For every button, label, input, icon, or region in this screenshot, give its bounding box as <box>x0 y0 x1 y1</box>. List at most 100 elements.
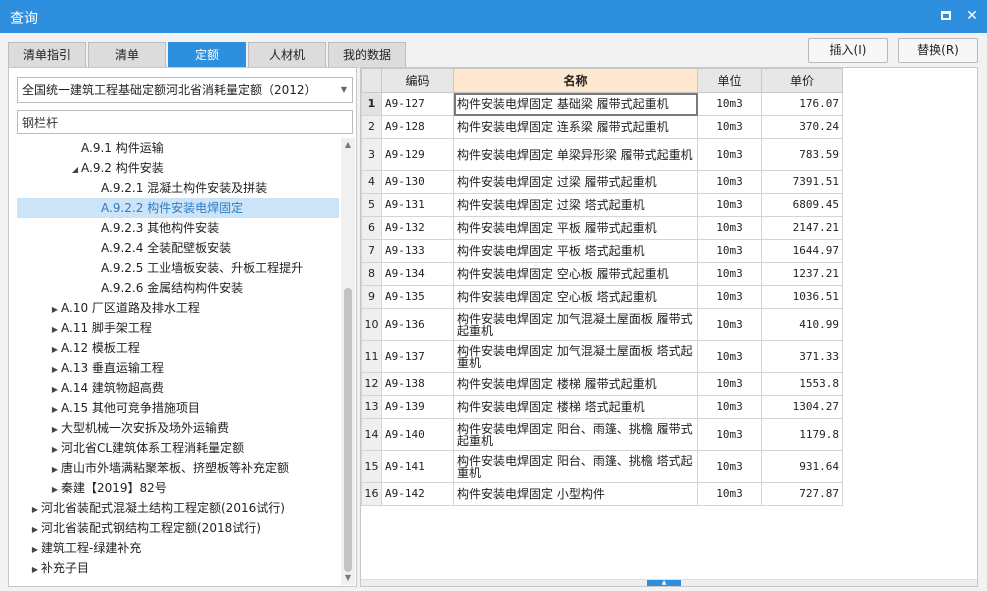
row-number[interactable]: 3 <box>361 138 382 171</box>
tree-node[interactable]: A.9.2.1 混凝土构件安装及拼装 <box>17 178 339 198</box>
cell-unit[interactable]: 10m3 <box>697 340 762 373</box>
cell-name[interactable]: 构件安装电焊固定 加气混凝土屋面板 履带式起重机 <box>453 308 698 341</box>
maximize-icon[interactable] <box>936 6 956 26</box>
cell-price[interactable]: 1237.21 <box>761 262 843 286</box>
cell-unit[interactable]: 10m3 <box>697 216 762 240</box>
tree-node[interactable]: ▶ A.12 模板工程 <box>17 338 339 358</box>
library-select[interactable]: 全国统一建筑工程基础定额河北省消耗量定额（2012） ▼ <box>17 77 353 103</box>
row-number[interactable]: 6 <box>361 216 382 240</box>
tree-node[interactable]: ▶ 河北省装配式混凝土结构工程定额(2016试行) <box>17 498 339 518</box>
table-row[interactable]: 3 A9-129 构件安装电焊固定 单梁异形梁 履带式起重机 10m3 783.59 <box>361 138 843 171</box>
cell-unit[interactable]: 10m3 <box>697 262 762 286</box>
expand-arrow-icon[interactable]: ▶ <box>29 500 41 520</box>
cell-name[interactable]: 构件安装电焊固定 楼梯 塔式起重机 <box>453 395 698 419</box>
row-number[interactable]: 13 <box>361 395 382 419</box>
row-number[interactable]: 10 <box>361 308 382 341</box>
expand-arrow-icon[interactable]: ▶ <box>49 480 61 500</box>
scroll-down-icon[interactable]: ▼ <box>341 571 355 585</box>
expand-arrow-icon[interactable]: ▶ <box>49 440 61 460</box>
table-row[interactable]: 13 A9-139 构件安装电焊固定 楼梯 塔式起重机 10m3 1304.27 <box>361 395 843 419</box>
cell-code[interactable]: A9-137 <box>381 340 454 373</box>
cell-unit[interactable]: 10m3 <box>697 418 762 451</box>
tree-node[interactable]: A.9.2.2 构件安装电焊固定 <box>17 198 339 218</box>
cell-code[interactable]: A9-136 <box>381 308 454 341</box>
cell-price[interactable]: 410.99 <box>761 308 843 341</box>
cell-price[interactable]: 371.33 <box>761 340 843 373</box>
tree-node[interactable]: ▶ 河北省CL建筑体系工程消耗量定额 <box>17 438 339 458</box>
expand-arrow-icon[interactable]: ▶ <box>49 320 61 340</box>
row-number[interactable]: 2 <box>361 115 382 139</box>
tree-node[interactable]: A.9.2.4 全装配壁板安装 <box>17 238 339 258</box>
table-row[interactable]: 9 A9-135 构件安装电焊固定 空心板 塔式起重机 10m3 1036.51 <box>361 285 843 309</box>
row-number[interactable]: 4 <box>361 170 382 194</box>
tab-quota[interactable]: 定额 <box>168 42 246 68</box>
cell-unit[interactable]: 10m3 <box>697 450 762 483</box>
cell-name[interactable]: 构件安装电焊固定 过梁 履带式起重机 <box>453 170 698 194</box>
close-icon[interactable]: ✕ <box>962 6 982 26</box>
cell-unit[interactable]: 10m3 <box>697 170 762 194</box>
tree-node[interactable]: A.9.1 构件运输 <box>17 138 339 158</box>
cell-name[interactable]: 构件安装电焊固定 连系梁 履带式起重机 <box>453 115 698 139</box>
table-row[interactable]: 6 A9-132 构件安装电焊固定 平板 履带式起重机 10m3 2147.21 <box>361 216 843 240</box>
cell-name[interactable]: 构件安装电焊固定 平板 履带式起重机 <box>453 216 698 240</box>
cell-code[interactable]: A9-138 <box>381 372 454 396</box>
table-row[interactable]: 8 A9-134 构件安装电焊固定 空心板 履带式起重机 10m3 1237.21 <box>361 262 843 286</box>
cell-code[interactable]: A9-141 <box>381 450 454 483</box>
table-row[interactable]: 16 A9-142 构件安装电焊固定 小型构件 10m3 727.87 <box>361 482 843 506</box>
cell-name[interactable]: 构件安装电焊固定 单梁异形梁 履带式起重机 <box>453 138 698 171</box>
cell-unit[interactable]: 10m3 <box>697 239 762 263</box>
row-number[interactable]: 1 <box>361 92 382 116</box>
row-number[interactable]: 16 <box>361 482 382 506</box>
table-row[interactable]: 10 A9-136 构件安装电焊固定 加气混凝土屋面板 履带式起重机 10m3 410.… <box>361 308 843 341</box>
tree-node[interactable]: ▶ 大型机械一次安拆及场外运输费 <box>17 418 339 438</box>
cell-name[interactable]: 构件安装电焊固定 加气混凝土屋面板 塔式起重机 <box>453 340 698 373</box>
cell-price[interactable]: 1036.51 <box>761 285 843 309</box>
cell-price[interactable]: 370.24 <box>761 115 843 139</box>
grid-splitter[interactable]: ▲ <box>361 579 977 586</box>
expand-arrow-icon[interactable]: ▶ <box>29 540 41 560</box>
table-row[interactable]: 7 A9-133 构件安装电焊固定 平板 塔式起重机 10m3 1644.97 <box>361 239 843 263</box>
cell-unit[interactable]: 10m3 <box>697 308 762 341</box>
search-input[interactable] <box>17 110 353 134</box>
splitter-grip-icon[interactable]: ▲ <box>647 580 681 586</box>
cell-unit[interactable]: 10m3 <box>697 285 762 309</box>
row-number[interactable]: 8 <box>361 262 382 286</box>
expand-arrow-icon[interactable]: ▶ <box>49 420 61 440</box>
table-row[interactable]: 2 A9-128 构件安装电焊固定 连系梁 履带式起重机 10m3 370.24 <box>361 115 843 139</box>
cell-price[interactable]: 783.59 <box>761 138 843 171</box>
table-row[interactable]: 5 A9-131 构件安装电焊固定 过梁 塔式起重机 10m3 6809.45 <box>361 193 843 217</box>
cell-code[interactable]: A9-128 <box>381 115 454 139</box>
cell-name[interactable]: 构件安装电焊固定 阳台、雨篷、挑檐 塔式起重机 <box>453 450 698 483</box>
cell-unit[interactable]: 10m3 <box>697 115 762 139</box>
scroll-up-icon[interactable]: ▲ <box>341 138 355 152</box>
cell-unit[interactable]: 10m3 <box>697 193 762 217</box>
cell-code[interactable]: A9-140 <box>381 418 454 451</box>
cell-price[interactable]: 1304.27 <box>761 395 843 419</box>
tree-node[interactable]: ▶ 补充子目 <box>17 558 339 578</box>
expand-arrow-icon[interactable]: ▶ <box>49 380 61 400</box>
cell-price[interactable]: 2147.21 <box>761 216 843 240</box>
row-number[interactable]: 9 <box>361 285 382 309</box>
cell-unit[interactable]: 10m3 <box>697 92 762 116</box>
tree-node[interactable]: A.9.2.6 金属结构构件安装 <box>17 278 339 298</box>
replace-button[interactable]: 替换(R) <box>898 38 978 63</box>
tree-node[interactable]: ◢ A.9.2 构件安装 <box>17 158 339 178</box>
cell-unit[interactable]: 10m3 <box>697 482 762 506</box>
cell-code[interactable]: A9-135 <box>381 285 454 309</box>
tree-node[interactable]: ▶ A.14 建筑物超高费 <box>17 378 339 398</box>
row-number[interactable]: 5 <box>361 193 382 217</box>
expand-arrow-icon[interactable]: ▶ <box>49 360 61 380</box>
cell-name[interactable]: 构件安装电焊固定 小型构件 <box>453 482 698 506</box>
table-row[interactable]: 12 A9-138 构件安装电焊固定 楼梯 履带式起重机 10m3 1553.8 <box>361 372 843 396</box>
tree-node[interactable]: ▶ 建筑工程-绿建补充 <box>17 538 339 558</box>
row-number[interactable]: 12 <box>361 372 382 396</box>
tab-labor-material-machine[interactable]: 人材机 <box>248 42 326 68</box>
cell-code[interactable]: A9-129 <box>381 138 454 171</box>
tree-node[interactable]: ▶ 唐山市外墙满粘聚苯板、挤塑板等补充定额 <box>17 458 339 478</box>
tab-bill[interactable]: 清单 <box>88 42 166 68</box>
col-header-price[interactable]: 单价 <box>761 68 843 93</box>
tree-node[interactable]: ▶ A.15 其他可竞争措施项目 <box>17 398 339 418</box>
col-header-code[interactable]: 编码 <box>381 68 454 93</box>
cell-code[interactable]: A9-130 <box>381 170 454 194</box>
cell-unit[interactable]: 10m3 <box>697 395 762 419</box>
